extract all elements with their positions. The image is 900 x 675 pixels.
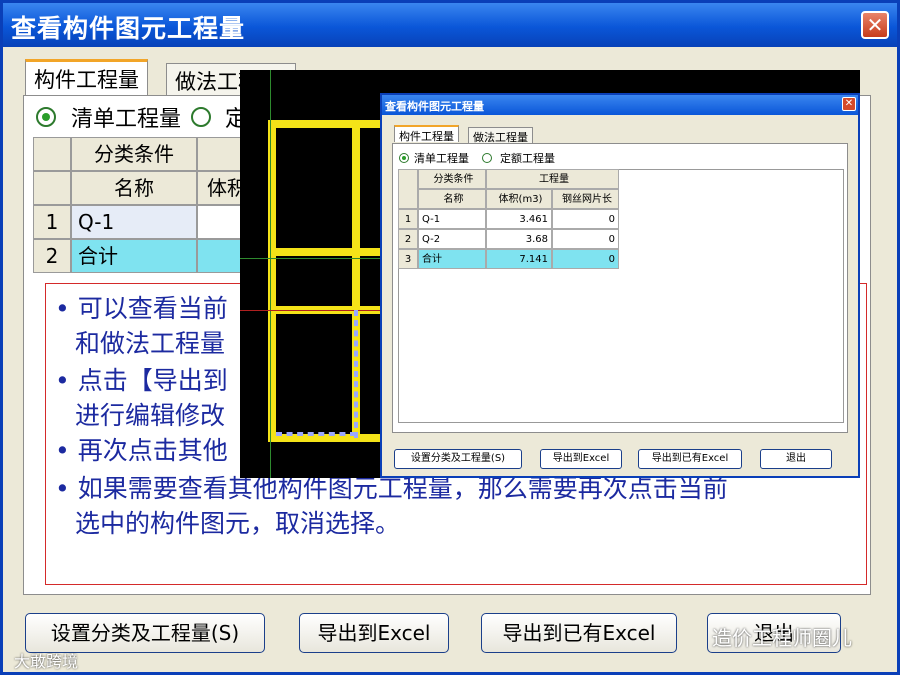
note-2-cont: 进行编辑修改 — [75, 401, 226, 430]
sub-export-excel-button[interactable]: 导出到Excel — [540, 449, 622, 469]
sub-close-icon[interactable]: ✕ — [842, 97, 856, 111]
sub-row-total-volume[interactable]: 7.141 — [486, 249, 552, 269]
sub-header-quantity: 工程量 — [486, 169, 619, 189]
row-number: 1 — [33, 205, 71, 239]
close-icon[interactable]: ✕ — [861, 11, 889, 39]
sub-row-total-mesh[interactable]: 0 — [552, 249, 619, 269]
sub-row-volume[interactable]: 3.68 — [486, 229, 552, 249]
wall-top — [268, 120, 380, 128]
sub-radio-bill[interactable] — [399, 153, 409, 163]
sub-dialog: 查看构件图元工程量 ✕ 构件工程量 做法工程量 清单工程量 定额工程量 分类条件… — [380, 93, 860, 478]
sub-export-existing-button[interactable]: 导出到已有Excel — [638, 449, 742, 469]
sub-radio-quota[interactable] — [482, 153, 492, 163]
sub-row-volume[interactable]: 3.461 — [486, 209, 552, 229]
tab-label: 构件工程量 — [34, 68, 139, 92]
sub-tab-label: 构件工程量 — [399, 130, 454, 143]
export-excel-button[interactable]: 导出到Excel — [299, 613, 449, 653]
sub-row-mesh[interactable]: 0 — [552, 229, 619, 249]
selected-wall-bottom[interactable] — [276, 432, 356, 436]
dialog-title: 查看构件图元工程量 — [11, 14, 246, 43]
tab-component-quantity[interactable]: 构件工程量 — [25, 59, 148, 97]
sub-row-mesh[interactable]: 0 — [552, 209, 619, 229]
note-4-cont: 选中的构件图元，取消选择。 — [75, 509, 401, 538]
radio-bill-label: 清单工程量 — [71, 107, 182, 132]
wall-mid — [268, 248, 380, 256]
sub-radio-quota-label: 定额工程量 — [500, 152, 555, 165]
sub-row-number: 2 — [398, 229, 418, 249]
axis-line — [270, 70, 271, 478]
sub-row-name[interactable]: Q-1 — [418, 209, 486, 229]
sub-title-bar: 查看构件图元工程量 — [382, 95, 858, 115]
sub-radio-bill-label: 清单工程量 — [414, 152, 469, 165]
table-corner-2 — [33, 171, 71, 205]
table-row-name[interactable]: Q-1 — [71, 205, 197, 239]
note-1-cont: 和做法工程量 — [75, 329, 226, 358]
sub-tab-component[interactable]: 构件工程量 — [394, 125, 459, 143]
sub-exit-button[interactable]: 退出 — [760, 449, 832, 469]
header-name: 名称 — [71, 171, 197, 205]
note-2: • 点击【导出到 — [55, 366, 228, 395]
sub-row-total-name[interactable]: 合计 — [418, 249, 486, 269]
sub-header-mesh: 钢丝网片长 — [552, 189, 619, 209]
radio-quota-quantity[interactable] — [191, 107, 211, 127]
row-number: 2 — [33, 239, 71, 273]
watermark-left: 大敢跨境 — [14, 652, 79, 671]
sub-table-corner — [398, 169, 418, 209]
sub-header-name: 名称 — [418, 189, 486, 209]
sub-row-number: 1 — [398, 209, 418, 229]
title-bar: 查看构件图元工程量 — [3, 3, 897, 47]
note-1: • 可以查看当前 — [55, 294, 228, 323]
sub-row-number: 3 — [398, 249, 418, 269]
sub-header-category: 分类条件 — [418, 169, 486, 189]
radio-bill-quantity[interactable] — [36, 107, 56, 127]
axis-line — [240, 258, 380, 259]
selected-wall[interactable] — [354, 310, 358, 438]
sub-dialog-title: 查看构件图元工程量 — [385, 100, 484, 113]
axis-line — [240, 310, 380, 311]
table-corner — [33, 137, 71, 171]
sub-tab-method[interactable]: 做法工程量 — [468, 127, 533, 144]
sub-set-category-button[interactable]: 设置分类及工程量(S) — [394, 449, 522, 469]
set-category-button[interactable]: 设置分类及工程量(S) — [25, 613, 265, 653]
export-existing-excel-button[interactable]: 导出到已有Excel — [481, 613, 677, 653]
sub-header-volume: 体积(m3) — [486, 189, 552, 209]
table-row-total-name[interactable]: 合计 — [71, 239, 197, 273]
watermark-right: 造价工程师圈儿 — [712, 626, 852, 650]
header-category: 分类条件 — [71, 137, 197, 171]
sub-row-name[interactable]: Q-2 — [418, 229, 486, 249]
note-3: • 再次点击其他 — [55, 436, 228, 465]
